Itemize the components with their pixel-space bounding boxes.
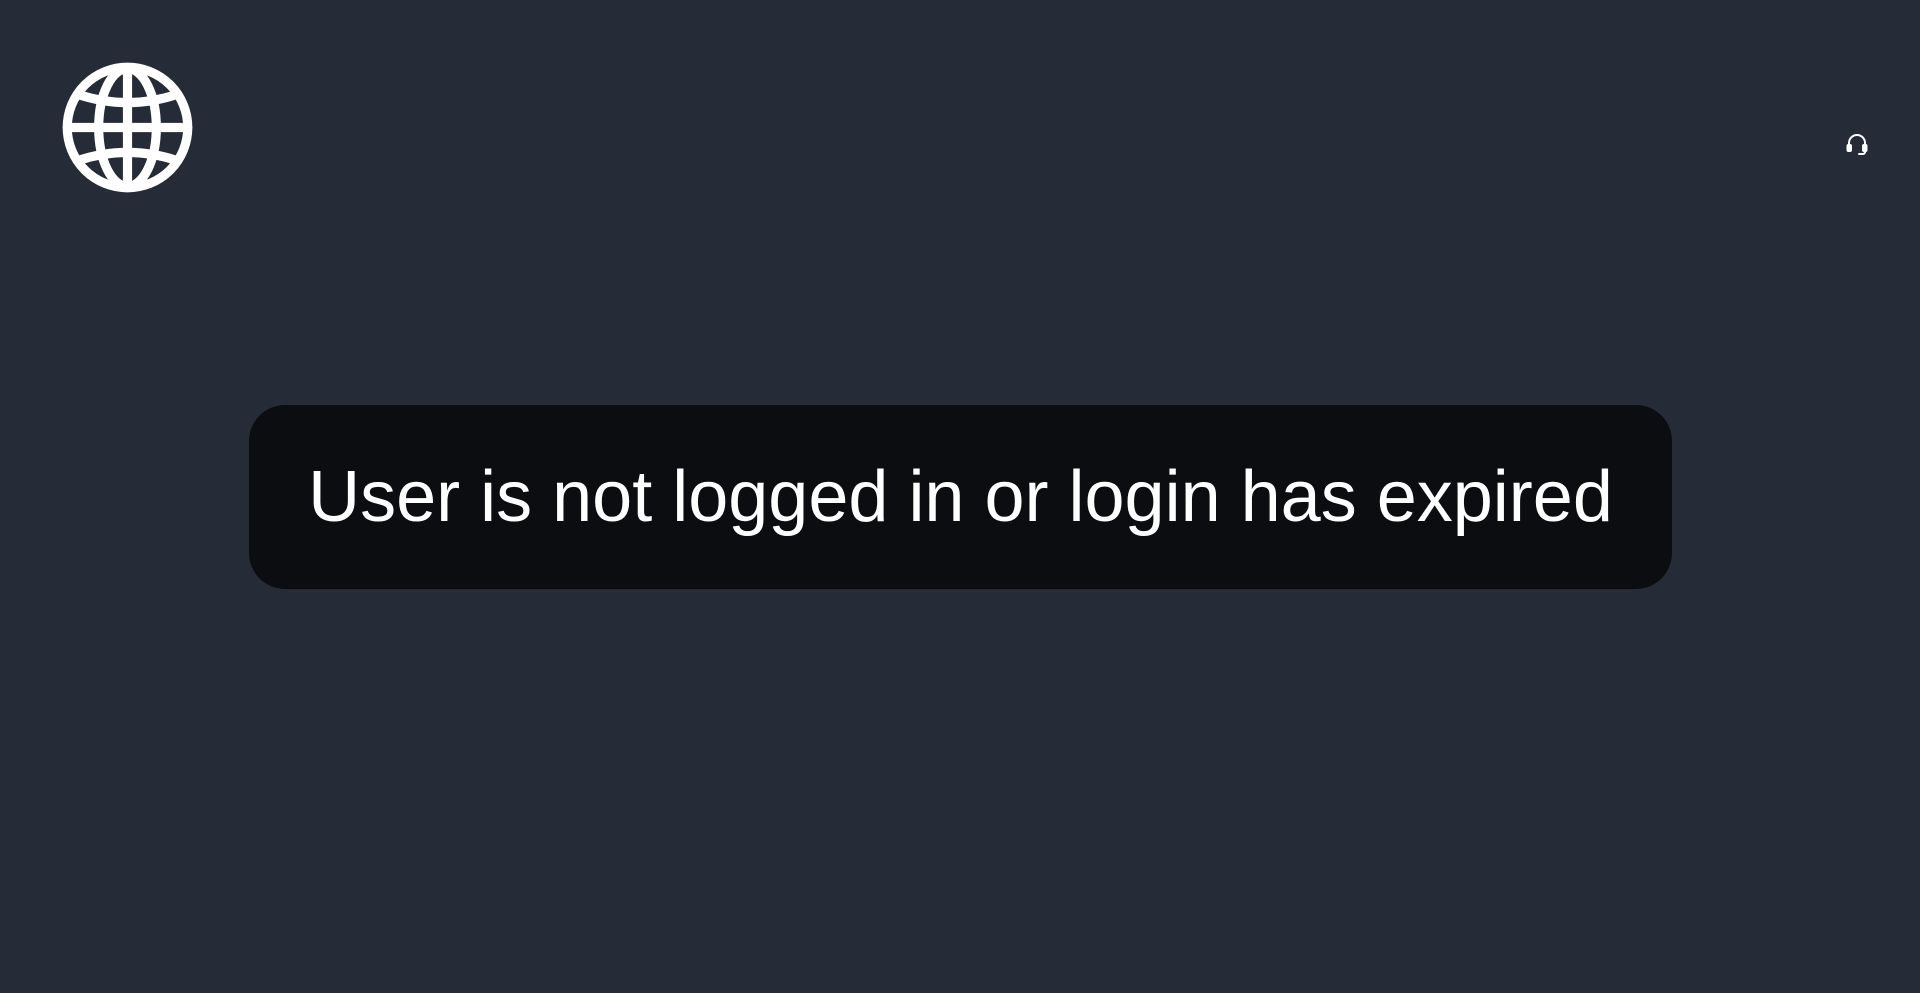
session-expired-toast: User is not logged in or login has expir… [249,405,1672,589]
page: User is not logged in or login has expir… [0,0,1920,993]
toast-message: User is not logged in or login has expir… [308,457,1613,537]
home-logo-link[interactable] [62,62,193,193]
headset-icon [1846,133,1867,155]
support-button[interactable] [1843,130,1870,157]
globe-icon [62,62,193,193]
